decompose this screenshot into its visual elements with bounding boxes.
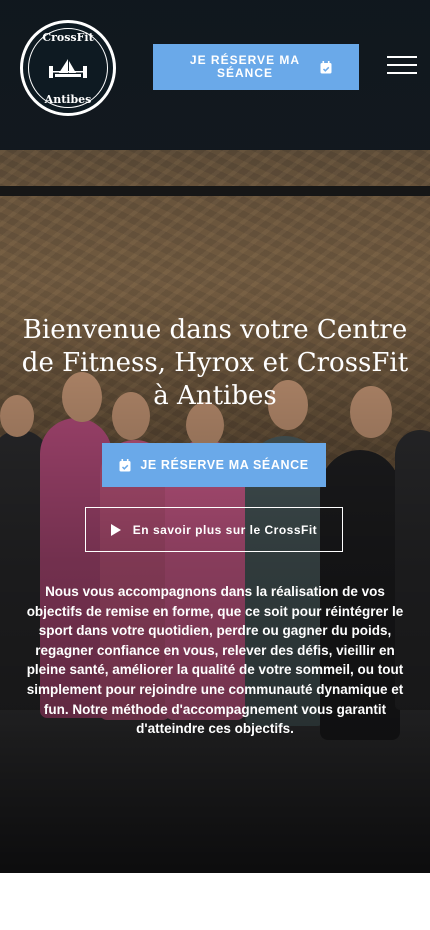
header-book-session-button[interactable]: JE RÉSERVE MA SÉANCE: [153, 44, 359, 90]
logo-top-text: CrossFit: [42, 31, 94, 44]
hero-description: Nous vous accompagnons dans la réalisati…: [26, 584, 404, 737]
play-icon: [110, 523, 121, 536]
learn-more-crossfit-label: En savoir plus sur le CrossFit: [132, 522, 318, 537]
header-book-session-label: JE RÉSERVE MA SÉANCE: [189, 53, 301, 80]
hero-section: [0, 0, 430, 873]
calendar-check-icon: [119, 458, 131, 472]
hero-title: Bienvenue dans votre Centre de Fitness, …: [21, 315, 409, 411]
hero-overlay: [0, 0, 430, 873]
hamburger-menu-icon[interactable]: [387, 56, 417, 76]
logo-bottom-text: Antibes: [44, 93, 92, 106]
site-logo[interactable]: CrossFit Antibes: [20, 20, 116, 116]
logo-boat-icon: [49, 59, 87, 78]
hero-book-session-label: JE RÉSERVE MA SÉANCE: [140, 458, 309, 472]
calendar-check-icon: [320, 60, 332, 74]
learn-more-crossfit-button[interactable]: En savoir plus sur le CrossFit: [85, 507, 343, 552]
hero-book-session-button[interactable]: JE RÉSERVE MA SÉANCE: [102, 443, 326, 487]
